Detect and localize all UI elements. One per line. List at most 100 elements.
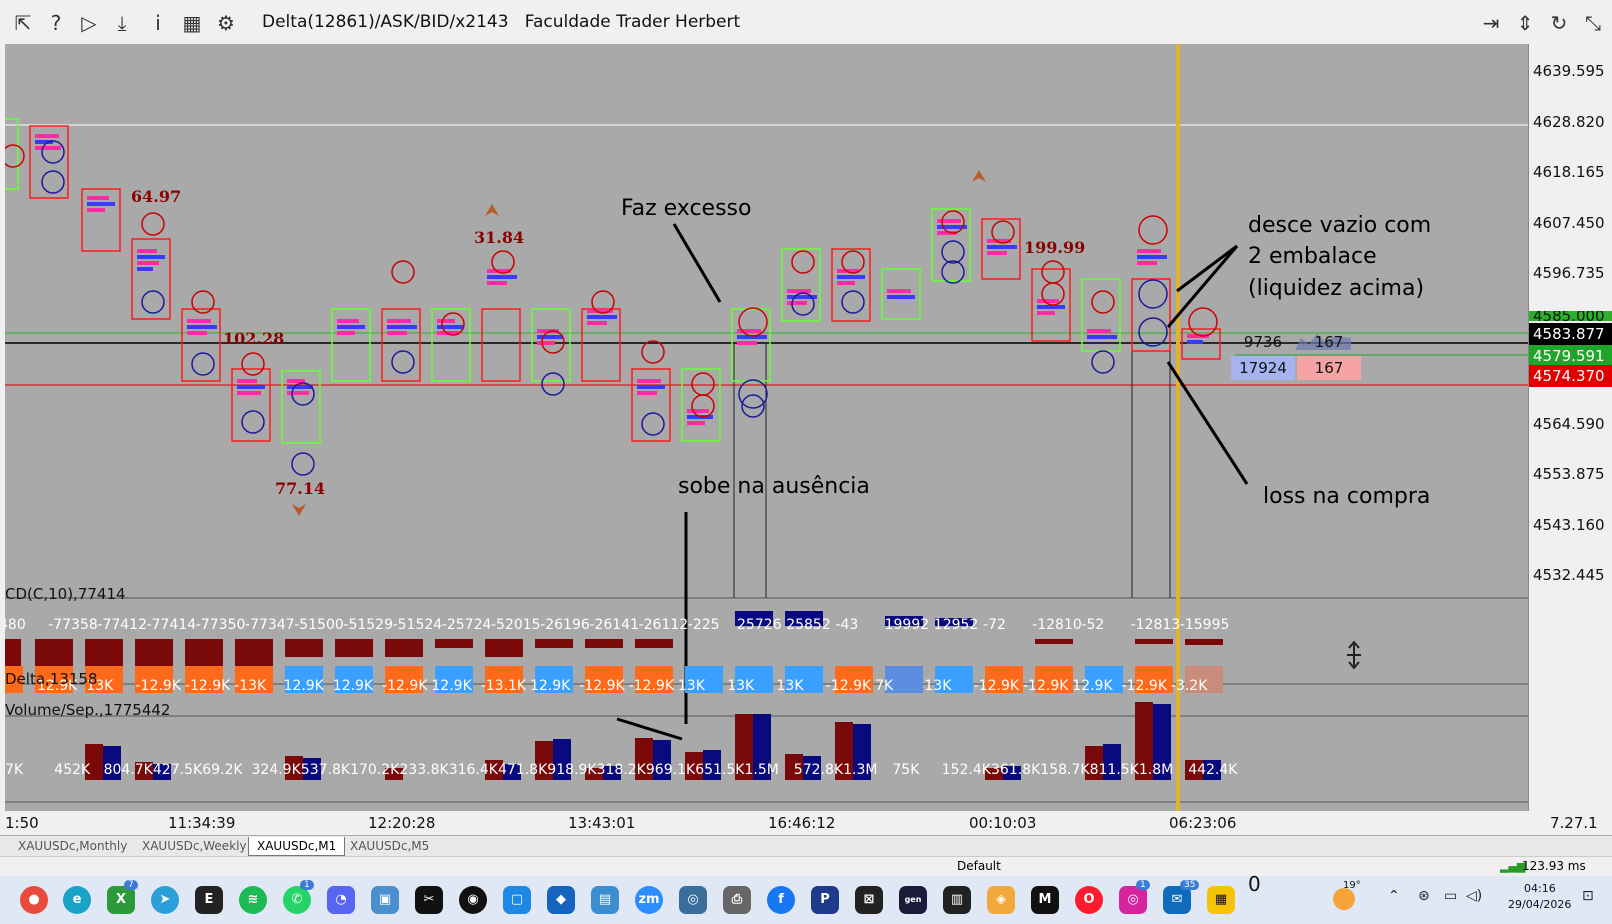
price-label: 4639.595 <box>1533 62 1605 80</box>
chevron-up-icon[interactable]: ⌃ <box>1388 888 1400 904</box>
outlook-icon[interactable]: ✉ <box>1163 886 1191 914</box>
volume-panel-header: Volume/Sep.,1775442 <box>5 701 171 719</box>
volume-value: 969.1K <box>645 762 696 778</box>
delta-value: 12.9K <box>530 678 571 694</box>
crosshair-icon[interactable]: ⇱ <box>10 10 36 36</box>
play-icon[interactable]: ▷ <box>76 10 102 36</box>
cd-value: -26141 <box>589 617 639 633</box>
delta-value: -3.2K <box>1170 678 1208 694</box>
zoom-icon[interactable]: zm <box>635 886 663 914</box>
edge-icon[interactable]: e <box>63 886 91 914</box>
tag-row2-right: 167 <box>1297 356 1361 380</box>
speaker-icon[interactable]: ◁) <box>1466 888 1482 904</box>
price-label: 4553.875 <box>1533 465 1605 483</box>
epic-games-icon[interactable]: E <box>195 886 223 914</box>
app8-icon[interactable]: M <box>1031 886 1059 914</box>
instagram-icon[interactable]: ◎ <box>1119 886 1147 914</box>
opera-icon[interactable]: O <box>1075 886 1103 914</box>
delta-panel-header: Delta,13158 <box>5 670 98 688</box>
cd-value: -51524 <box>392 617 443 633</box>
tab-weekly[interactable]: XAUUSDc,Weekly <box>134 837 255 855</box>
bar-label-4: 31.84 <box>474 228 525 247</box>
xbox-icon[interactable]: X <box>107 886 135 914</box>
clock-date[interactable]: 29/04/2026 <box>1508 898 1571 911</box>
github-icon[interactable]: ◉ <box>459 886 487 914</box>
volume-value: 811.5K <box>1089 762 1139 778</box>
time-label: 1:50 <box>5 814 39 832</box>
help-icon[interactable]: ? <box>43 10 69 36</box>
telegram-icon[interactable]: ➤ <box>151 886 179 914</box>
volume-value: 158.7K <box>1040 762 1090 778</box>
weather-icon[interactable] <box>1333 888 1355 910</box>
volume-value: 1.5M <box>744 762 779 778</box>
delta-value: 12.9K <box>283 678 324 694</box>
refresh-icon[interactable]: ↻ <box>1546 10 1572 36</box>
volume-value: 152.4K <box>941 762 991 778</box>
discord-icon[interactable]: ◔ <box>327 886 355 914</box>
time-label: 13:43:01 <box>568 814 636 832</box>
diagonal-arrow-icon[interactable]: ⤡ <box>1580 10 1606 36</box>
app5-icon[interactable]: ⊠ <box>855 886 883 914</box>
volume-value: 1.8M <box>1138 762 1174 778</box>
chart-icon[interactable]: ▦ <box>179 10 205 36</box>
chrome-icon[interactable]: ● <box>20 886 48 914</box>
app3-icon[interactable]: ◎ <box>679 886 707 914</box>
cd-value: -72 <box>983 617 1006 633</box>
cd-value: -52015 <box>491 617 541 633</box>
delta-value: -12.9K <box>579 678 625 694</box>
arrow-right-icon[interactable]: ⇥ <box>1478 10 1504 36</box>
delta-value: -13.1K <box>480 678 527 694</box>
price-chart[interactable]: 64.97 102.28 77.14 31.84 199.99 Faz exce… <box>5 44 1528 813</box>
capcut-icon[interactable]: ✂ <box>415 886 443 914</box>
profile-label: Default <box>957 859 1001 873</box>
time-label: 11:34:39 <box>168 814 236 832</box>
tag-row1-right: 167 <box>1314 333 1344 351</box>
printer-icon[interactable]: ⎙ <box>723 886 751 914</box>
download-icon[interactable]: ⤓ <box>109 10 135 36</box>
photos-icon[interactable]: ▣ <box>371 886 399 914</box>
weather-temp: 19° <box>1343 880 1361 891</box>
info-icon[interactable]: i <box>145 10 171 36</box>
facebook-icon[interactable]: f <box>767 886 795 914</box>
gear-icon[interactable]: ⚙ <box>213 10 239 36</box>
time-axis[interactable]: 1:50 11:34:39 12:20:28 13:43:01 16:46:12… <box>5 811 1612 835</box>
volume-value: 804.7K <box>103 762 153 778</box>
display-icon[interactable]: ▭ <box>1444 888 1457 904</box>
genial-icon[interactable]: gen <box>899 886 927 914</box>
app-icon[interactable]: ▢ <box>503 886 531 914</box>
tab-m5[interactable]: XAUUSDc,M5 <box>342 837 437 855</box>
nav-icon[interactable]: ◆ <box>547 886 575 914</box>
clock-time[interactable]: 04:16 <box>1524 882 1556 895</box>
badge-outlook: 35 <box>1180 880 1200 890</box>
app7-icon[interactable]: ◈ <box>987 886 1015 914</box>
cd-value: -77350 <box>195 617 246 633</box>
delta-value: 13K <box>677 678 705 694</box>
bar-label-1: 64.97 <box>131 187 182 206</box>
chart-tabs: XAUUSDc,Monthly XAUUSDc,Weekly XAUUSDc,M… <box>0 835 1612 856</box>
version-label: 7.27.1 <box>1550 814 1598 832</box>
network-icon[interactable]: ⊛ <box>1418 888 1430 904</box>
cd-value: -77358 <box>48 617 98 633</box>
app4-icon[interactable]: P <box>811 886 839 914</box>
vertical-arrows-icon[interactable]: ⇕ <box>1512 10 1538 36</box>
volume-value: 318.2K <box>596 762 646 778</box>
price-label: 4607.450 <box>1533 214 1605 232</box>
bell-icon[interactable]: ⊡ <box>1582 888 1594 904</box>
delta-value: 13K <box>727 678 755 694</box>
app6-icon[interactable]: ▥ <box>943 886 971 914</box>
price-badge-bid: 4579.591 <box>1529 345 1612 367</box>
spotify-icon[interactable]: ≋ <box>239 886 267 914</box>
app2-icon[interactable]: ▤ <box>591 886 619 914</box>
delta-value: -12.9K <box>1121 678 1167 694</box>
time-label: 16:46:12 <box>768 814 836 832</box>
delta-value: 13K <box>776 678 804 694</box>
tab-m1[interactable]: XAUUSDc,M1 <box>248 837 346 856</box>
metatrader-icon[interactable]: ▦ <box>1207 886 1235 914</box>
badge-instagram: 1 <box>1136 880 1150 890</box>
price-axis[interactable]: 4639.595 4628.820 4618.165 4607.450 4596… <box>1528 44 1612 813</box>
annotation-sobe: sobe na ausência <box>678 474 870 499</box>
annotation-desce-line2: 2 embalace <box>1248 244 1377 269</box>
tab-monthly[interactable]: XAUUSDc,Monthly <box>10 837 135 855</box>
cd-value: -26196 <box>540 617 590 633</box>
whatsapp-icon[interactable]: ✆ <box>283 886 311 914</box>
